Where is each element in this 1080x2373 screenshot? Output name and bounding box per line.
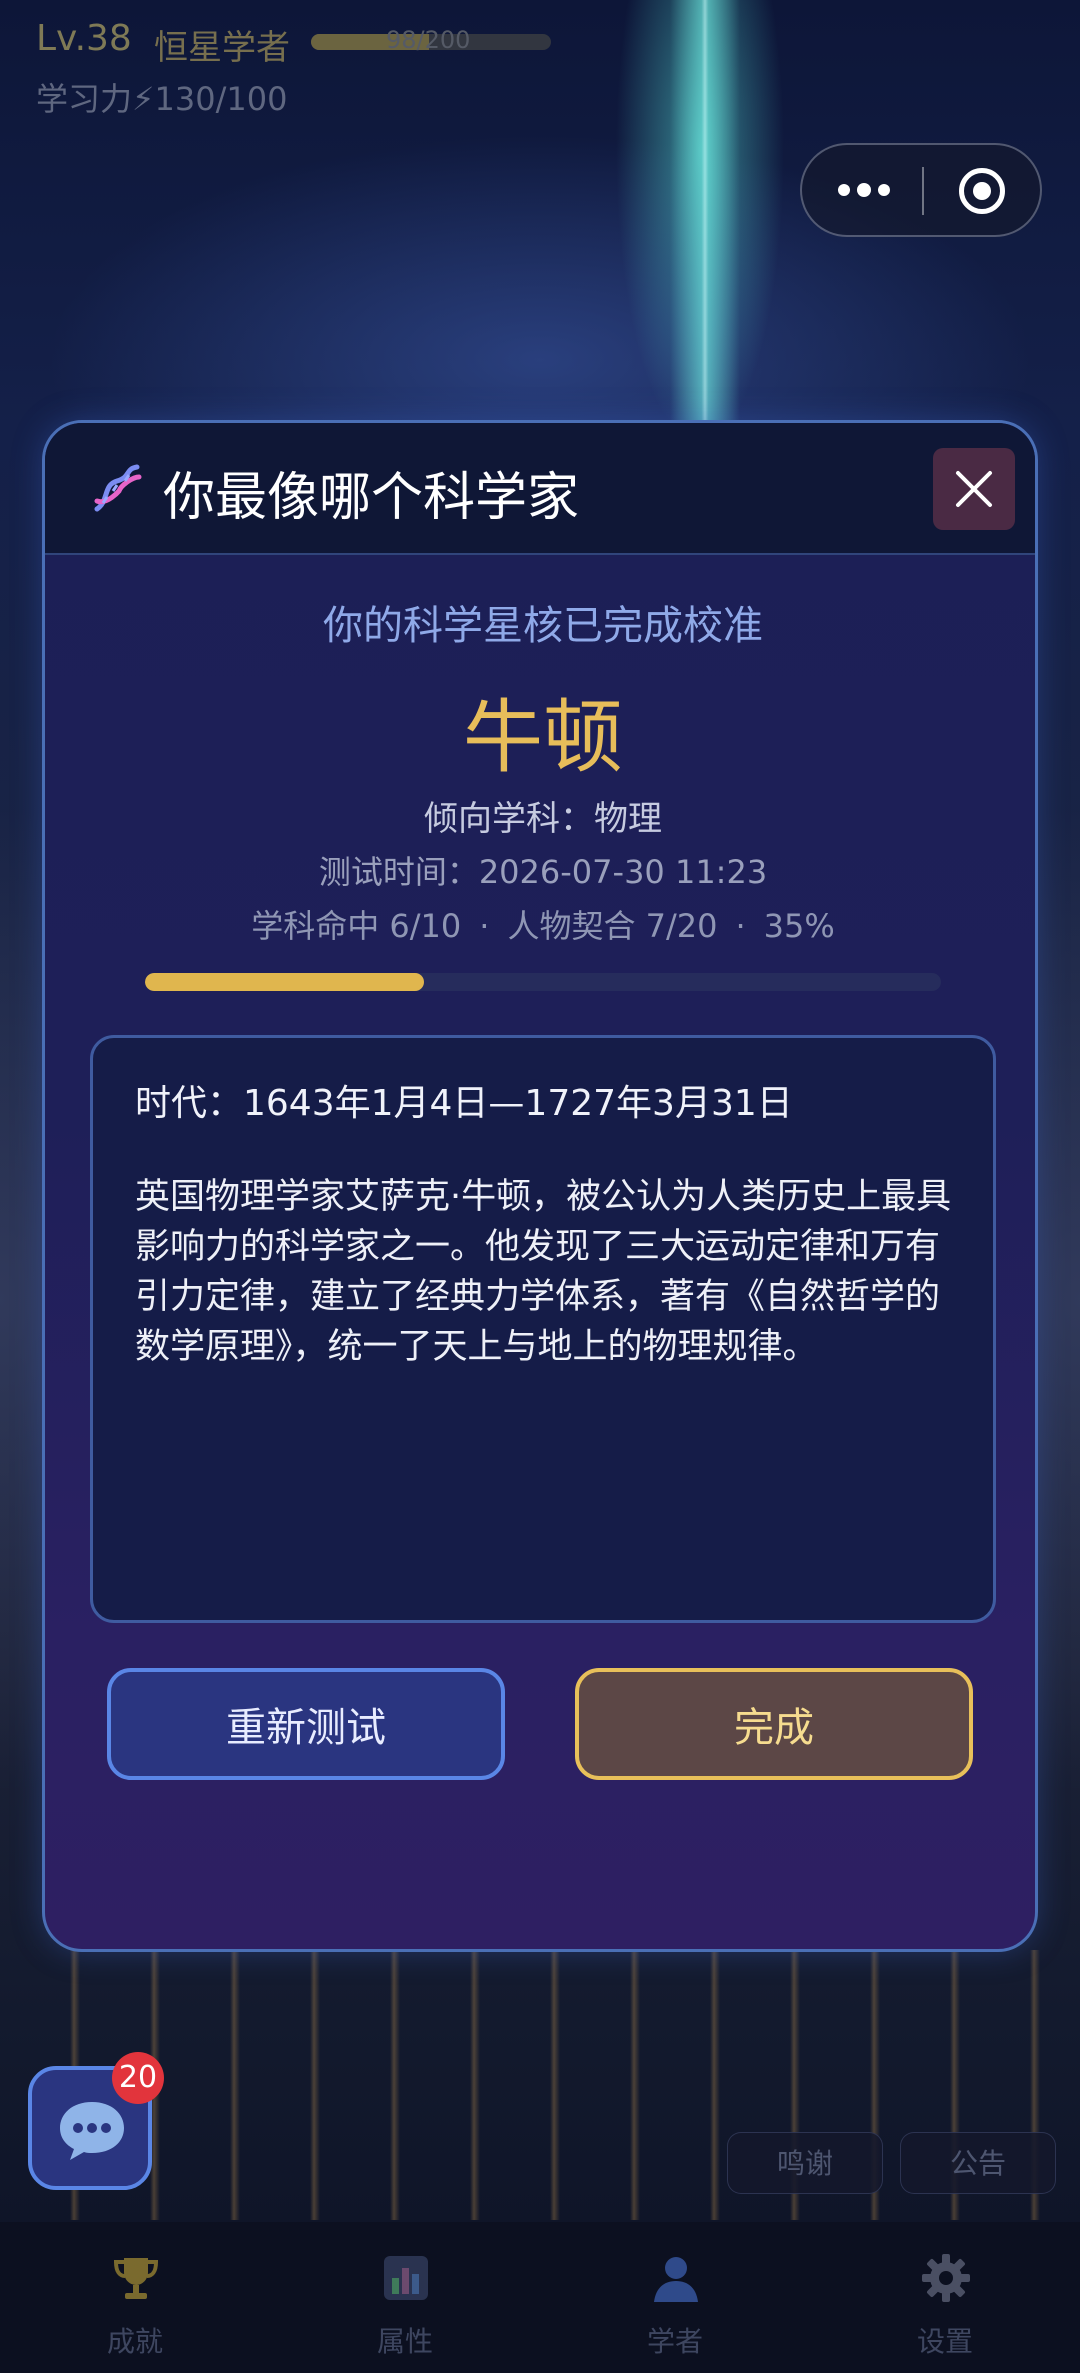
retry-button[interactable]: 重新测试 xyxy=(107,1668,505,1780)
tab-attributes[interactable]: 属性 xyxy=(270,2222,540,2373)
gear-icon xyxy=(922,2254,970,2302)
capsule-divider xyxy=(922,167,924,215)
unread-badge: 20 xyxy=(112,2052,164,2104)
done-button[interactable]: 完成 xyxy=(575,1668,973,1780)
study-power-value: 130/100 xyxy=(154,80,288,118)
more-icon[interactable] xyxy=(832,167,896,213)
subject-hit: 学科命中 6/10 xyxy=(251,907,462,945)
tab-scholar[interactable]: 学者 xyxy=(540,2222,810,2373)
stats-separator: · xyxy=(735,907,746,945)
lightning-icon: ⚡ xyxy=(132,80,155,118)
chat-bubble-icon xyxy=(60,2102,124,2160)
era-text: 时代：1643年1月4日—1727年3月31日 xyxy=(135,1083,793,1124)
tab-label: 学者 xyxy=(646,2325,703,2358)
scientist-description: 英国物理学家艾萨克·牛顿，被公认为人类历史上最具影响力的科学家之一。他发现了三大… xyxy=(135,1177,952,1367)
test-time: 测试时间：2026-07-30 11:23 xyxy=(318,853,768,891)
level-label: Lv.38 xyxy=(36,18,132,59)
close-miniprogram-icon[interactable] xyxy=(959,168,1005,214)
result-modal: 你最像哪个科学家 你的科学星核已完成校准 牛顿 倾向学科：物理 测试时间：202… xyxy=(42,420,1038,1952)
tab-label: 设置 xyxy=(916,2325,973,2358)
person-icon xyxy=(654,2257,698,2302)
match-stats: 学科命中 6/10 · 人物契合 7/20 · 35% xyxy=(45,901,1035,947)
stats-separator: · xyxy=(479,907,490,945)
scientist-info-box: 时代：1643年1月4日—1727年3月31日 英国物理学家艾萨克·牛顿，被公认… xyxy=(90,1035,996,1623)
subject-label: 倾向学科： xyxy=(424,799,594,839)
notice-button[interactable]: 公告 xyxy=(900,2132,1056,2194)
close-button[interactable] xyxy=(933,448,1015,530)
trophy-icon xyxy=(113,2258,159,2299)
bar-chart-icon xyxy=(384,2256,428,2300)
match-progress-fill xyxy=(145,973,424,991)
persona-match: 人物契合 7/20 xyxy=(507,907,718,945)
thanks-button[interactable]: 鸣谢 xyxy=(727,2132,883,2194)
study-power-label: 学习力 xyxy=(36,80,133,118)
tab-label: 属性 xyxy=(376,2325,433,2358)
modal-header: 你最像哪个科学家 xyxy=(45,423,1035,555)
scientist-name: 牛顿 xyxy=(463,691,623,784)
tab-settings[interactable]: 设置 xyxy=(810,2222,1080,2373)
match-progress-bar xyxy=(145,973,941,991)
modal-title: 你最像哪个科学家 xyxy=(163,468,580,528)
close-icon xyxy=(956,471,992,507)
dna-icon xyxy=(94,464,142,512)
study-power: 学习力⚡130/100 xyxy=(36,74,336,120)
match-percent: 35% xyxy=(763,907,835,945)
subject-value: 物理 xyxy=(594,799,662,839)
xp-text: 98/200 xyxy=(386,26,471,54)
subject-line: 倾向学科：物理 xyxy=(45,791,1035,840)
tab-label: 成就 xyxy=(106,2325,163,2358)
miniprogram-capsule xyxy=(800,143,1042,237)
calibration-subtitle: 你的科学星核已完成校准 xyxy=(323,603,763,649)
light-beam xyxy=(670,0,740,430)
bottom-tab-bar: 成就 属性 学者 设置 xyxy=(0,2222,1080,2373)
rank-label: 恒星学者 xyxy=(154,28,290,68)
tab-achievements[interactable]: 成就 xyxy=(0,2222,270,2373)
